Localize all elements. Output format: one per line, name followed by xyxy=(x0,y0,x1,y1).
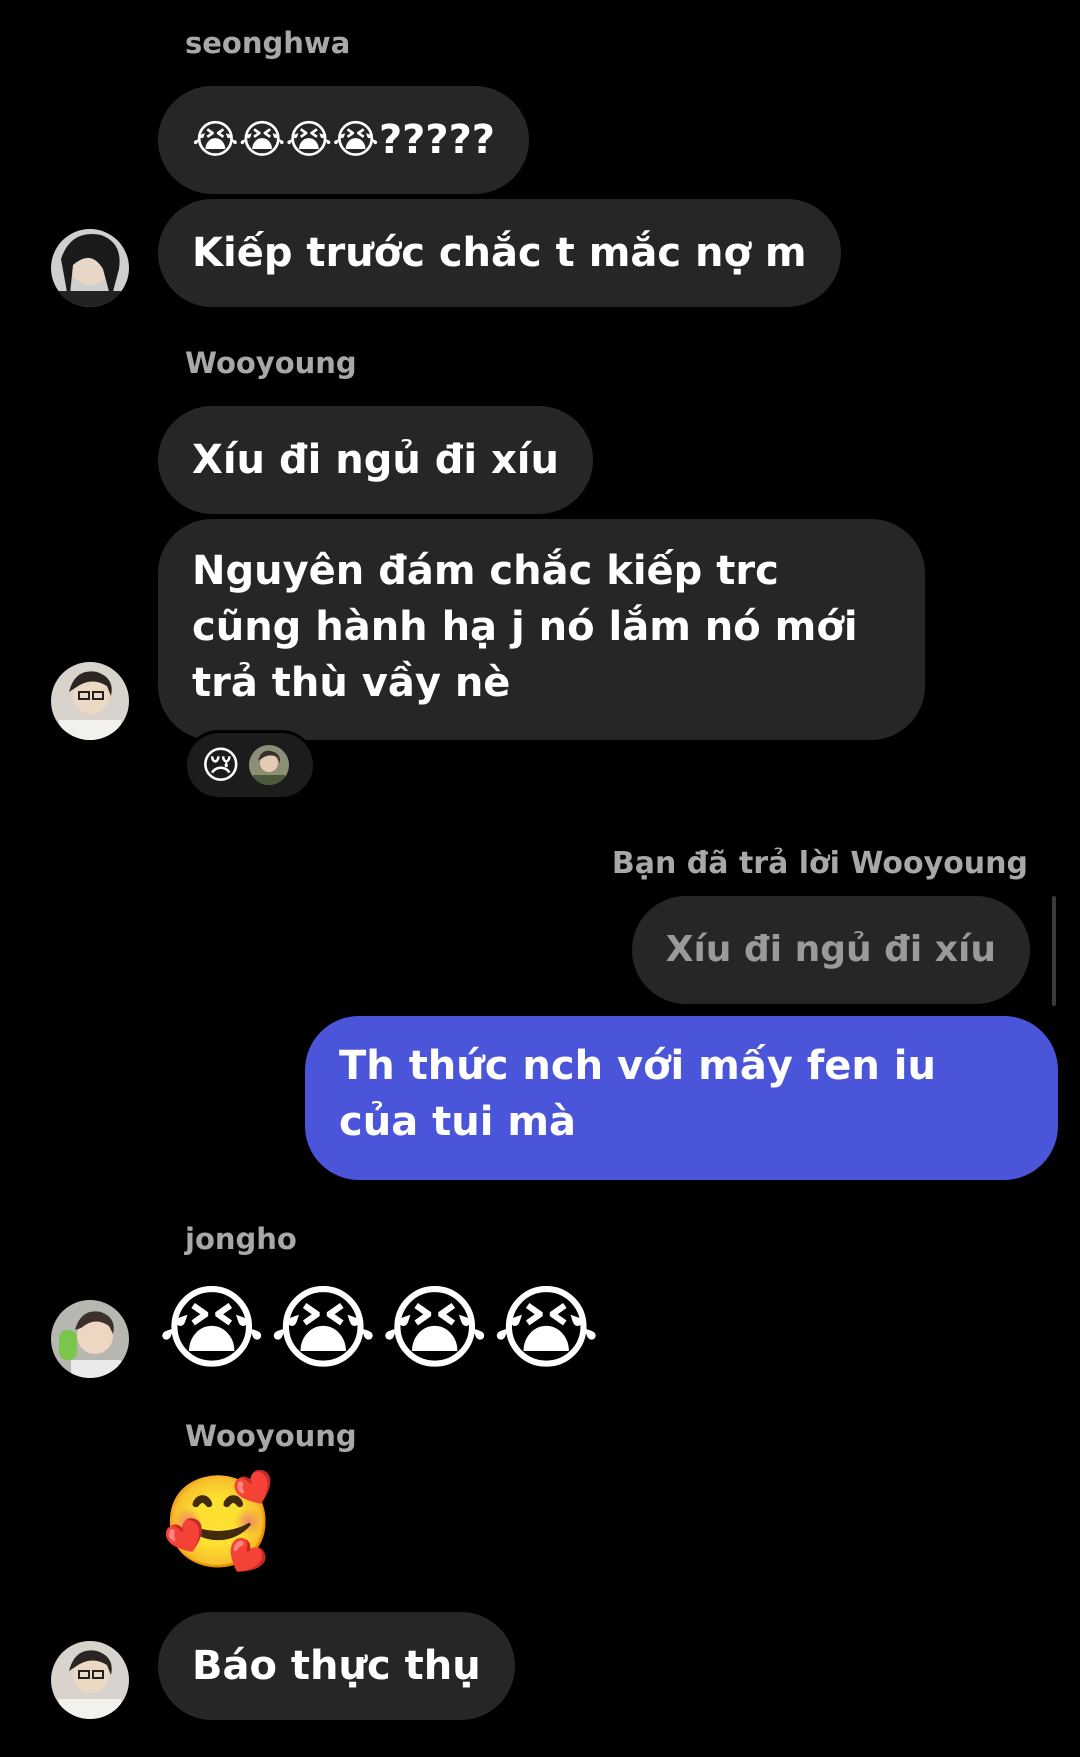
scrollbar[interactable] xyxy=(1052,896,1056,1006)
reply-header: Bạn đã trả lời Wooyoung xyxy=(611,846,1028,881)
message-bubble[interactable]: 😭😭😭😭????? xyxy=(158,86,529,194)
emoji-message[interactable]: 🥰 xyxy=(162,1478,274,1568)
message-text: 😭😭😭😭????? xyxy=(192,117,495,163)
message-text: Th thức nch với mấy fen iu của tui mà xyxy=(339,1043,936,1145)
avatar[interactable] xyxy=(51,1641,129,1719)
message-bubble[interactable]: Kiếp trước chắc t mắc nợ m xyxy=(158,199,841,307)
sender-name: jongho xyxy=(185,1222,297,1256)
message-text: Nguyên đám chắc kiếp trc cũng hành hạ j … xyxy=(192,548,858,706)
avatar[interactable] xyxy=(51,662,129,740)
emoji-message[interactable]: 😭😭😭😭 xyxy=(158,1283,604,1375)
avatar[interactable] xyxy=(51,229,129,307)
avatar-image xyxy=(51,1641,129,1719)
avatar-image xyxy=(51,229,129,307)
sender-name: seonghwa xyxy=(185,26,351,60)
message-text: Xíu đi ngủ đi xíu xyxy=(192,437,559,483)
message-bubble[interactable]: Báo thực thụ xyxy=(158,1612,515,1720)
reaction-emoji: 😢 xyxy=(201,743,241,787)
message-text: Báo thực thụ xyxy=(192,1643,481,1689)
message-bubble[interactable]: Nguyên đám chắc kiếp trc cũng hành hạ j … xyxy=(158,519,925,740)
outgoing-message-bubble[interactable]: Th thức nch với mấy fen iu của tui mà xyxy=(305,1016,1058,1180)
quoted-message[interactable]: Xíu đi ngủ đi xíu xyxy=(631,896,1030,1004)
message-bubble[interactable]: Xíu đi ngủ đi xíu xyxy=(158,406,593,514)
avatar-image xyxy=(51,662,129,740)
reaction-pill[interactable]: 😢 xyxy=(184,730,316,800)
avatar-image xyxy=(51,1300,129,1378)
avatar[interactable] xyxy=(51,1300,129,1378)
reactor-avatar xyxy=(248,745,289,785)
sender-name: Wooyoung xyxy=(185,1419,357,1453)
message-text: Kiếp trước chắc t mắc nợ m xyxy=(192,230,807,276)
sender-name: Wooyoung xyxy=(185,346,357,380)
quoted-text: Xíu đi ngủ đi xíu xyxy=(665,929,996,970)
